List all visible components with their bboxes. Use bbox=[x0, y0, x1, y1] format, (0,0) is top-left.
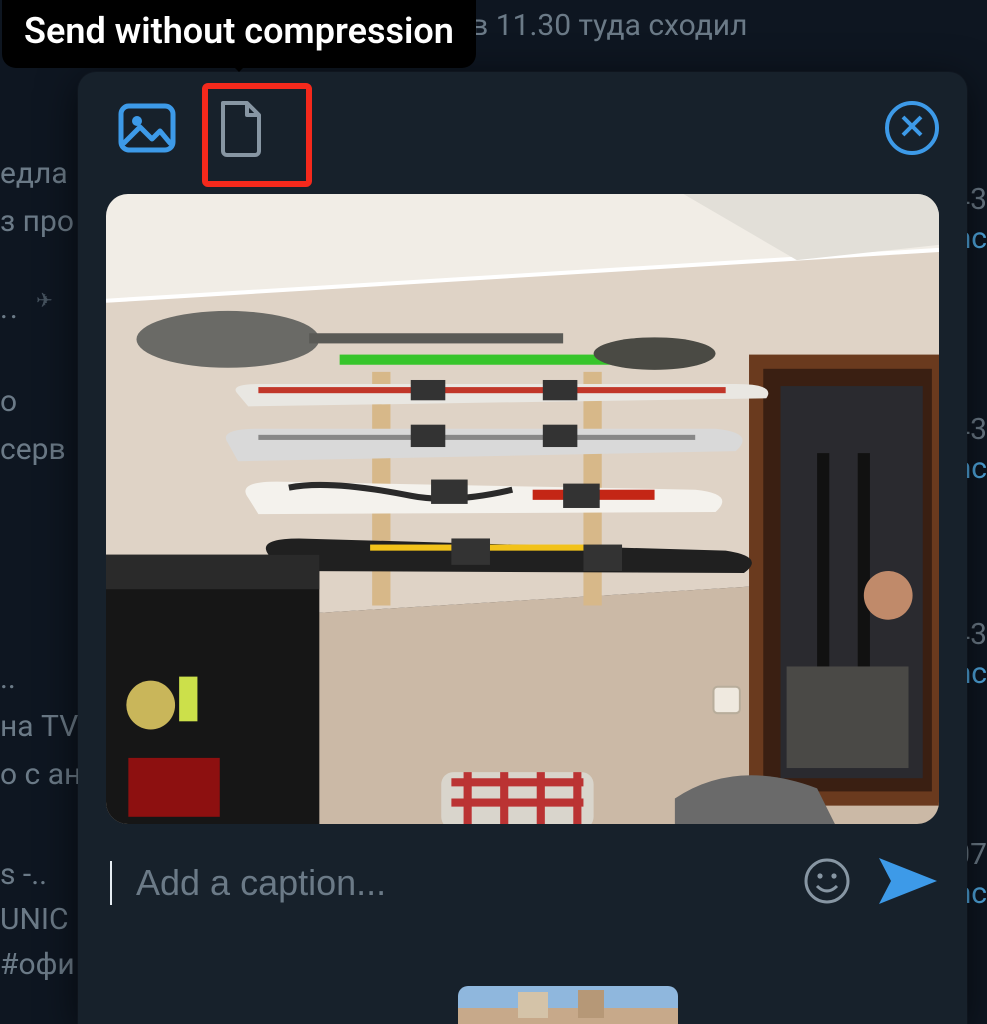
close-button[interactable] bbox=[885, 101, 939, 155]
send-button[interactable] bbox=[877, 854, 939, 912]
bg-left-block-3: осерв bbox=[0, 378, 66, 474]
photo-icon bbox=[118, 103, 176, 153]
send-as-photo-button[interactable] bbox=[110, 91, 184, 165]
image-preview[interactable] bbox=[106, 194, 939, 824]
send-icon bbox=[877, 893, 939, 912]
caption-input[interactable] bbox=[136, 862, 777, 904]
smile-icon bbox=[802, 856, 852, 910]
bg-left-block-1: едлаз про bbox=[0, 150, 74, 246]
bg-left-block-5: s -..UNIC#офи bbox=[0, 852, 75, 987]
caption-row bbox=[78, 824, 967, 942]
sheet-header bbox=[78, 72, 967, 184]
tooltip-send-without-compression: Send without compression bbox=[2, 0, 476, 68]
emoji-button[interactable] bbox=[799, 855, 855, 911]
bg-left-block-4: ..на TVо с ан bbox=[0, 655, 81, 799]
sent-status-icon: ✈ bbox=[36, 288, 53, 312]
tooltip-text: Send without compression bbox=[24, 10, 454, 52]
attachment-thumbnail-strip[interactable] bbox=[458, 986, 678, 1024]
media-send-sheet bbox=[78, 72, 967, 1024]
send-as-file-button[interactable] bbox=[204, 91, 278, 165]
file-icon bbox=[217, 99, 265, 157]
text-cursor bbox=[110, 861, 112, 905]
bg-message-top: цё в 11.30 туда сходил bbox=[430, 8, 987, 43]
close-icon bbox=[899, 113, 925, 143]
bg-left-block-2: .. bbox=[0, 285, 20, 333]
preview-image-content bbox=[106, 194, 939, 824]
